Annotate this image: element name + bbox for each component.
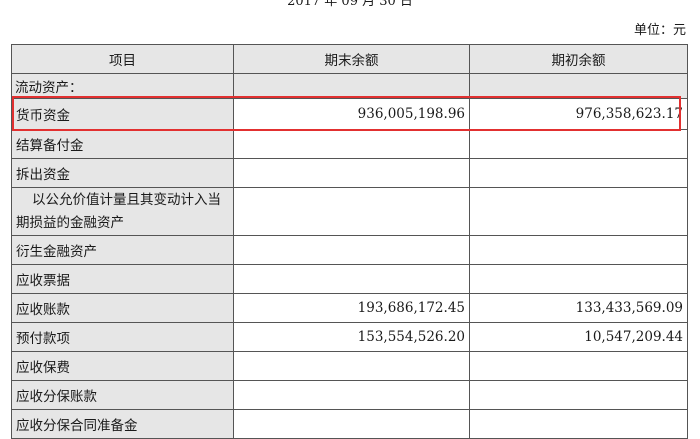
table-row: 结算备付金 [11, 129, 688, 159]
column-header-item: 项目 [11, 44, 234, 74]
opening-balance-cell [469, 187, 688, 236]
row-label: 预付款项 [11, 322, 234, 352]
opening-balance-cell [469, 264, 688, 294]
section-label: 流动资产： [11, 73, 234, 99]
table-row: 以公允价值计量且其变动计入当期损益的金融资产 [11, 187, 688, 236]
ending-balance-cell [233, 235, 470, 265]
table-header-row: 项目 期末余额 期初余额 [11, 44, 688, 74]
ending-balance-cell [233, 129, 470, 159]
section-row: 流动资产： [11, 73, 688, 99]
ending-balance-cell [233, 158, 470, 188]
opening-balance-cell [469, 380, 688, 410]
opening-balance-cell: 10,547,209.44 [469, 322, 688, 352]
opening-balance-cell: 976,358,623.17 [469, 98, 688, 130]
opening-balance-cell [469, 129, 688, 159]
table-cell [233, 73, 470, 99]
opening-balance-cell [469, 235, 688, 265]
balance-sheet-table: 项目 期末余额 期初余额 流动资产： 货币资金 936,005,198.96 9… [11, 44, 688, 439]
row-label: 应收票据 [11, 264, 234, 294]
opening-balance-cell [469, 351, 688, 381]
ending-balance-cell [233, 409, 470, 439]
ending-balance-cell: 153,554,526.20 [233, 322, 470, 352]
row-label: 拆出资金 [11, 158, 234, 188]
column-header-ending-balance: 期末余额 [233, 44, 470, 74]
table-row: 应收保费 [11, 351, 688, 381]
table-cell [469, 73, 688, 99]
row-label-text: 以公允价值计量且其变动计入当期损益的金融资产 [16, 191, 221, 231]
ending-balance-cell [233, 380, 470, 410]
table-row: 拆出资金 [11, 158, 688, 188]
ending-balance-cell: 193,686,172.45 [233, 293, 470, 323]
opening-balance-cell [469, 158, 688, 188]
row-label: 应收账款 [11, 293, 234, 323]
ending-balance-cell [233, 351, 470, 381]
table-row: 应收分保账款 [11, 380, 688, 410]
table-row: 衍生金融资产 [11, 235, 688, 265]
row-label: 货币资金 [11, 98, 234, 130]
row-label: 衍生金融资产 [11, 235, 234, 265]
row-label: 应收保费 [11, 351, 234, 381]
table-row: 应收分保合同准备金 [11, 409, 688, 439]
row-label: 以公允价值计量且其变动计入当期损益的金融资产 [11, 187, 234, 236]
row-label: 应收分保账款 [11, 380, 234, 410]
table-row: 应收账款 193,686,172.45 133,433,569.09 [11, 293, 688, 323]
row-label: 应收分保合同准备金 [11, 409, 234, 439]
column-header-opening-balance: 期初余额 [469, 44, 688, 74]
ending-balance-cell [233, 264, 470, 294]
opening-balance-cell: 133,433,569.09 [469, 293, 688, 323]
row-label: 结算备付金 [11, 129, 234, 159]
report-date: 2017 年 09 月 30 日 [287, 0, 413, 9]
currency-unit: 单位：元 [633, 23, 686, 38]
ending-balance-cell [233, 187, 470, 236]
opening-balance-cell [469, 409, 688, 439]
table-row: 预付款项 153,554,526.20 10,547,209.44 [11, 322, 688, 352]
table-row: 应收票据 [11, 264, 688, 294]
table-row: 货币资金 936,005,198.96 976,358,623.17 [11, 98, 688, 130]
ending-balance-cell: 936,005,198.96 [233, 98, 470, 130]
